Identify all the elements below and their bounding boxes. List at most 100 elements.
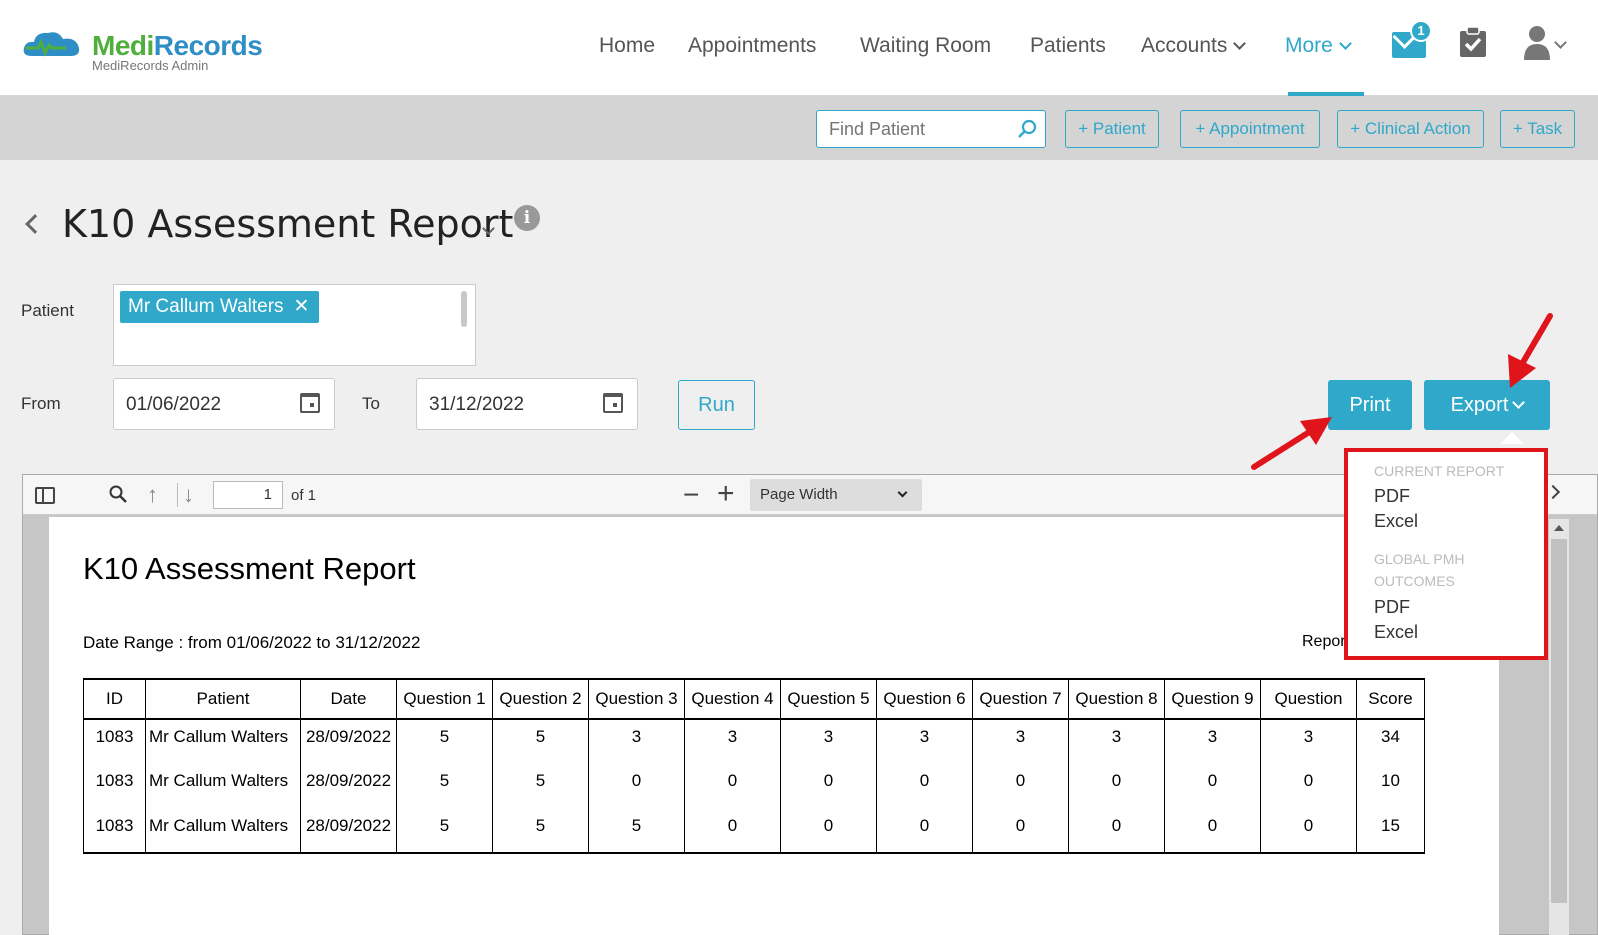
medirecords-logo[interactable]: MediRecords MediRecords Admin: [22, 26, 282, 76]
mail-badge: 1: [1410, 20, 1432, 42]
column-header: Patient: [145, 678, 301, 720]
find-patient-search[interactable]: [816, 110, 1046, 148]
search-icon[interactable]: [1017, 119, 1037, 139]
menu-item-current-excel[interactable]: Excel: [1374, 511, 1418, 532]
menu-section-global-pmh-line1: GLOBAL PMH: [1374, 551, 1465, 567]
sidebar-toggle-icon[interactable]: [35, 487, 55, 504]
table-cell: 1083: [83, 719, 146, 764]
menu-item-current-pdf[interactable]: PDF: [1374, 486, 1410, 507]
table-cell: 28/09/2022: [300, 764, 397, 809]
table-cell: 3: [1260, 719, 1357, 764]
nav-patients[interactable]: Patients: [1030, 34, 1106, 58]
column-header: Question 2: [492, 678, 589, 720]
menu-section-current-report: CURRENT REPORT: [1374, 463, 1505, 479]
patient-tag-label: Mr Callum Walters: [128, 296, 284, 317]
arrow-up-icon[interactable]: ↑: [147, 484, 158, 506]
patient-selector[interactable]: Mr Callum Walters ✕: [113, 284, 476, 366]
table-cell: 5: [492, 809, 589, 854]
remove-icon[interactable]: ✕: [294, 291, 310, 323]
to-date-field[interactable]: 31/12/2022: [416, 378, 638, 430]
nav-appointments[interactable]: Appointments: [688, 34, 816, 58]
calendar-icon[interactable]: [603, 393, 623, 413]
menu-section-global-pmh-line2: OUTCOMES: [1374, 573, 1455, 589]
pdf-page: K10 Assessment Report Date Range : from …: [49, 517, 1499, 935]
table-cell: 34: [1356, 719, 1425, 764]
add-task-button[interactable]: + Task: [1500, 110, 1575, 148]
arrow-down-icon[interactable]: ↓: [183, 484, 194, 506]
table-cell: 0: [1164, 809, 1261, 854]
table-cell: 3: [1164, 719, 1261, 764]
table-cell: 0: [684, 764, 781, 809]
export-dropdown-menu: CURRENT REPORT PDF Excel GLOBAL PMH OUTC…: [1344, 448, 1548, 660]
column-header: Question 5: [780, 678, 877, 720]
from-date-field[interactable]: 01/06/2022: [113, 378, 335, 430]
chevron-down-icon: [1338, 37, 1352, 50]
chevron-down-icon[interactable]: [1554, 36, 1567, 56]
nav-accounts-label: Accounts: [1141, 34, 1228, 57]
to-date-value: 31/12/2022: [429, 394, 525, 415]
zoom-select[interactable]: Page Width: [750, 479, 922, 511]
scrollbar[interactable]: [461, 291, 467, 327]
zoom-select-value: Page Width: [760, 486, 838, 503]
clipboard-check-icon[interactable]: [1458, 26, 1488, 58]
brand-subtitle: MediRecords Admin: [92, 58, 209, 73]
run-button[interactable]: Run: [678, 380, 755, 430]
top-navbar: MediRecords MediRecords Admin Home Appoi…: [0, 0, 1598, 96]
chevron-right-icon[interactable]: [1545, 484, 1561, 500]
column-header: Question 1: [396, 678, 493, 720]
scroll-up-icon[interactable]: [1554, 525, 1564, 531]
table-cell: 0: [1068, 764, 1165, 809]
table-cell: 0: [1068, 809, 1165, 854]
table-row: 1083 Mr Callum Walters 28/09/2022 5 5 5 0 0 0 0 0 0…: [83, 809, 1425, 854]
table-cell: 5: [396, 809, 493, 854]
menu-item-global-pdf[interactable]: PDF: [1374, 597, 1410, 618]
table-header-row: ID Patient Date Question 1 Question 2 Qu…: [83, 678, 1425, 720]
column-header: Question 8: [1068, 678, 1165, 720]
table-cell: 0: [876, 764, 973, 809]
table-cell: 10: [1356, 764, 1425, 809]
scrollbar-thumb[interactable]: [1551, 539, 1567, 903]
calendar-icon[interactable]: [300, 393, 320, 413]
nav-waiting-room[interactable]: Waiting Room: [860, 34, 991, 58]
page-number-input[interactable]: 1: [213, 481, 283, 509]
table-cell: 28/09/2022: [300, 809, 397, 854]
chevron-down-icon: [1233, 37, 1247, 50]
patient-tag: Mr Callum Walters ✕: [120, 291, 320, 323]
table-cell: 0: [780, 764, 877, 809]
menu-item-global-excel[interactable]: Excel: [1374, 622, 1418, 643]
user-icon[interactable]: [1522, 24, 1556, 60]
table-cell: 3: [876, 719, 973, 764]
info-icon[interactable]: i: [514, 205, 540, 231]
table-cell: Mr Callum Walters: [145, 764, 301, 809]
cloud-logo-icon: [23, 32, 80, 57]
table-cell: 0: [876, 809, 973, 854]
search-icon[interactable]: [109, 485, 127, 503]
table-cell: 5: [396, 719, 493, 764]
find-patient-input[interactable]: [817, 111, 997, 147]
column-header: Question 9: [1164, 678, 1261, 720]
nav-more[interactable]: More: [1285, 34, 1352, 58]
add-patient-button[interactable]: + Patient: [1065, 110, 1159, 148]
table-cell: 5: [588, 809, 685, 854]
print-button[interactable]: Print: [1328, 380, 1412, 430]
add-clinical-action-button[interactable]: + Clinical Action: [1337, 110, 1484, 148]
column-header: Question 4: [684, 678, 781, 720]
back-icon[interactable]: [25, 214, 45, 234]
report-table-body: 1083 Mr Callum Walters 28/09/2022 5 5 3 3 3 3 3 3 3…: [83, 719, 1425, 854]
chevron-down-icon: [1512, 396, 1526, 409]
zoom-in-icon[interactable]: +: [717, 477, 735, 511]
table-cell: 15: [1356, 809, 1425, 854]
zoom-out-icon[interactable]: −: [683, 479, 699, 511]
table-cell: 1083: [83, 809, 146, 854]
scrollbar[interactable]: [1549, 519, 1569, 935]
table-cell: 3: [1068, 719, 1165, 764]
nav-accounts[interactable]: Accounts: [1141, 34, 1247, 58]
brand-name-part2: Records: [153, 30, 263, 61]
nav-home[interactable]: Home: [599, 34, 655, 58]
export-label: Export: [1450, 394, 1509, 416]
report-table: ID Patient Date Question 1 Question 2 Qu…: [83, 678, 1425, 854]
table-cell: 28/09/2022: [300, 719, 397, 764]
table-cell: 5: [396, 764, 493, 809]
table-cell: 3: [684, 719, 781, 764]
add-appointment-button[interactable]: + Appointment: [1180, 110, 1320, 148]
